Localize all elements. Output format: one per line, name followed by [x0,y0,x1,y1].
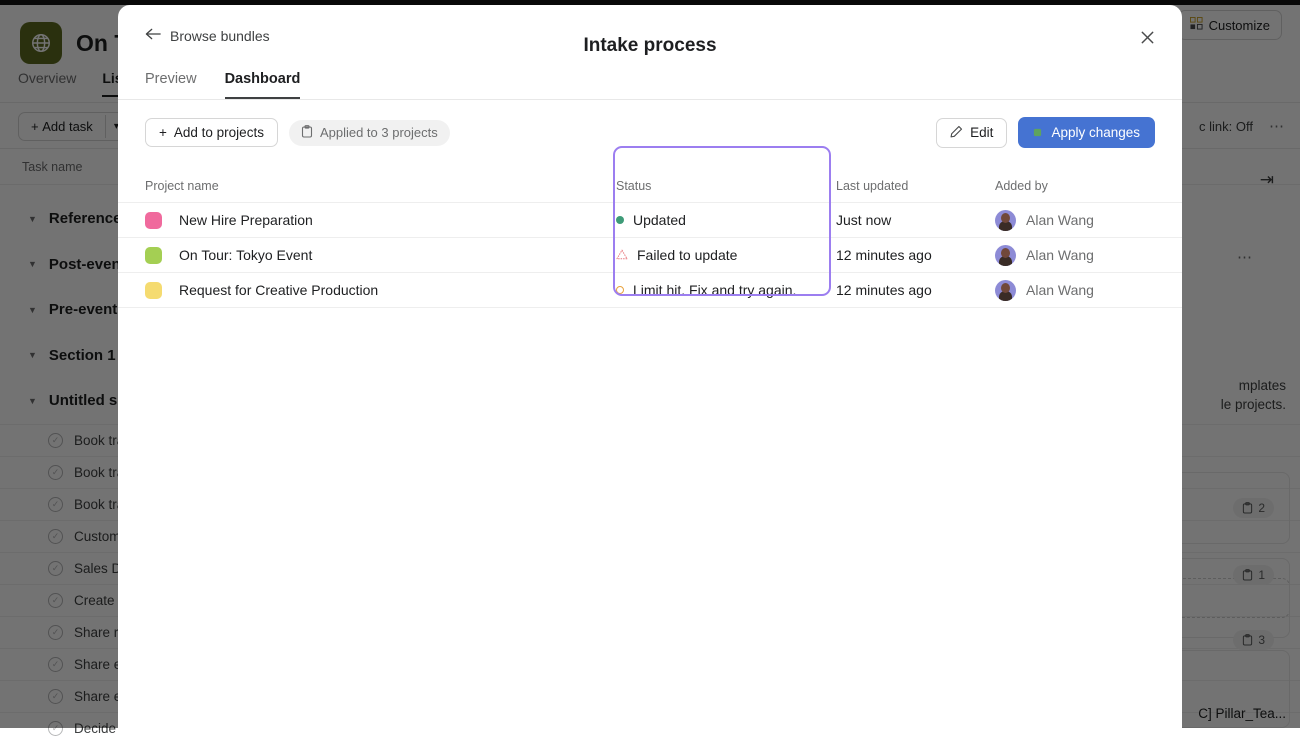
modal-title: Intake process [118,35,1182,57]
avatar [995,210,1016,231]
sparkle-icon [1033,125,1042,140]
cell-status: Failed to update [592,247,810,263]
added-by-label: Alan Wang [1026,212,1094,228]
cell-added-by: Alan Wang [968,210,1182,231]
green-dot-icon [616,216,624,224]
add-to-projects-button[interactable]: + Add to projects [145,118,278,147]
cell-added-by: Alan Wang [968,280,1182,301]
applied-chip-label: Applied to 3 projects [320,125,438,140]
column-header-status: Status [592,179,810,193]
pencil-icon [950,125,963,141]
column-header-last-updated: Last updated [810,179,968,193]
back-link-label: Browse bundles [170,28,270,44]
status-label: Failed to update [637,247,737,263]
status-label: Limit hit. Fix and try again. [633,282,796,298]
cell-project-name: On Tour: Tokyo Event [118,247,592,264]
add-to-projects-label: Add to projects [174,125,264,140]
action-bar-left: + Add to projects Applied to 3 projects [145,118,450,147]
avatar [995,245,1016,266]
cell-added-by: Alan Wang [968,245,1182,266]
warning-triangle-icon [616,247,628,263]
table-bottom-divider [118,307,1182,308]
cell-last-updated: Just now [810,212,968,228]
amber-ring-icon [616,286,624,294]
column-header-project-name: Project name [118,179,592,193]
modal-action-bar: + Add to projects Applied to 3 projects [118,100,1182,148]
column-header-added-by: Added by [968,179,1182,193]
apply-changes-button[interactable]: Apply changes [1018,117,1155,148]
cell-last-updated: 12 minutes ago [810,282,968,298]
project-name-label: Request for Creative Production [179,282,378,298]
added-by-label: Alan Wang [1026,247,1094,263]
status-label: Updated [633,212,686,228]
edit-button[interactable]: Edit [936,118,1007,148]
intake-process-modal: Browse bundles Intake process Preview Da… [118,5,1182,728]
table-row[interactable]: Request for Creative Production Limit hi… [118,272,1182,307]
applied-projects-chip: Applied to 3 projects [289,120,450,146]
tab-dashboard[interactable]: Dashboard [225,71,301,99]
table-row[interactable]: New Hire Preparation Updated Just now Al… [118,202,1182,237]
edit-label: Edit [970,125,993,140]
table-row[interactable]: On Tour: Tokyo Event Failed to update 12… [118,237,1182,272]
browse-bundles-back-link[interactable]: Browse bundles [145,27,270,44]
project-name-label: On Tour: Tokyo Event [179,247,312,263]
project-color-swatch [145,247,162,264]
avatar [995,280,1016,301]
action-bar-right: Edit Apply changes [936,117,1155,148]
close-icon[interactable] [1132,22,1162,52]
modal-tab-bar: Preview Dashboard [118,71,1182,99]
tab-preview[interactable]: Preview [145,71,197,99]
project-name-label: New Hire Preparation [179,212,313,228]
plus-icon: + [159,125,167,140]
cell-project-name: Request for Creative Production [118,282,592,299]
project-color-swatch [145,282,162,299]
project-color-swatch [145,212,162,229]
arrow-left-icon [145,27,161,44]
added-by-label: Alan Wang [1026,282,1094,298]
cell-last-updated: 12 minutes ago [810,247,968,263]
projects-table: Project name Status Last updated Added b… [118,170,1182,308]
cell-status: Limit hit. Fix and try again. [592,282,810,298]
modal-header: Browse bundles Intake process [118,5,1182,65]
table-header-row: Project name Status Last updated Added b… [118,170,1182,202]
apply-changes-label: Apply changes [1051,125,1140,140]
cell-project-name: New Hire Preparation [118,212,592,229]
clipboard-icon [301,125,313,141]
cell-status: Updated [592,212,810,228]
